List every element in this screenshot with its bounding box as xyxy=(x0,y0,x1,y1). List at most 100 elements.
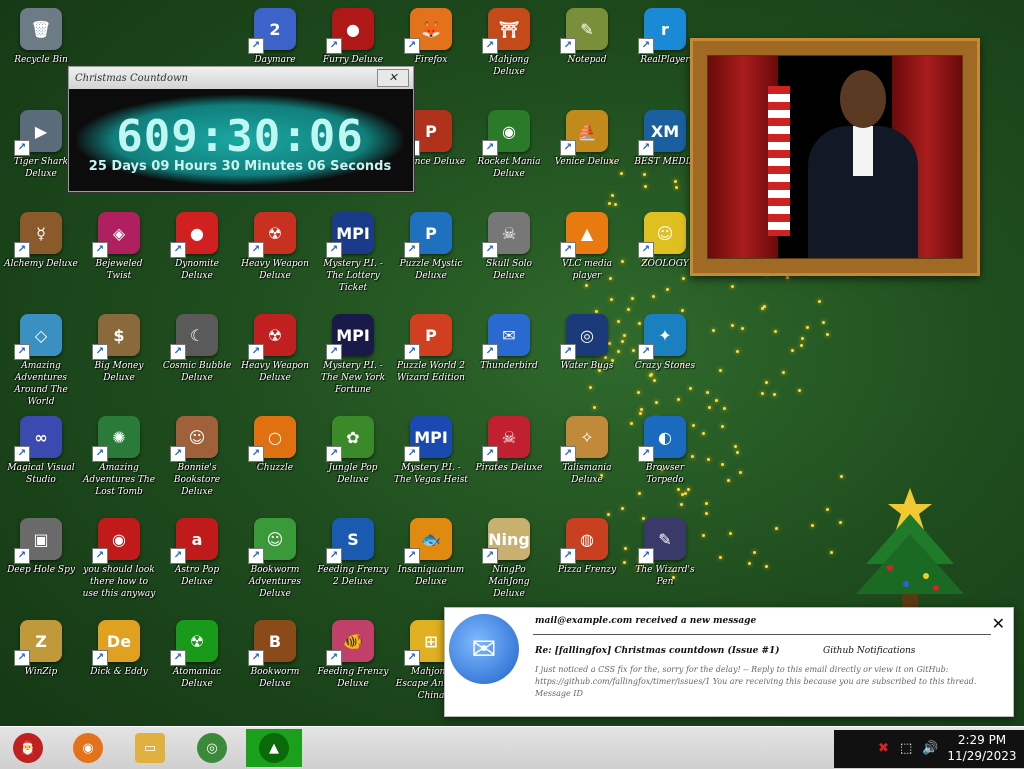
app-icon: ⛵ ↗ xyxy=(560,110,608,156)
desktop-icon[interactable]: P ↗ Puzzle Mystic Deluxe xyxy=(392,206,470,306)
desktop-icon[interactable]: ✺ ↗ Amazing Adventures The Lost Tomb xyxy=(80,410,158,510)
alert-icon[interactable]: ✖ xyxy=(878,741,889,756)
desktop-icon[interactable]: ▲ ↗ VLC media player xyxy=(548,206,626,306)
desktop-icon-label: Water Bugs xyxy=(560,361,614,371)
desktop-icon[interactable]: ✿ ↗ Jungle Pop Deluxe xyxy=(314,410,392,510)
desktop-icon[interactable]: MPI ↗ Mystery P.I. - The New York Fortune xyxy=(314,308,392,408)
desktop-icon[interactable]: ◇ ↗ Amazing Adventures Around The World xyxy=(2,308,80,408)
sparkle xyxy=(720,424,724,428)
desktop-icon[interactable]: Z ↗ WinZip xyxy=(2,614,80,714)
desktop-icon[interactable]: ☢ ↗ Heavy Weapon Deluxe xyxy=(236,308,314,408)
shortcut-arrow-icon: ↗ xyxy=(482,140,498,156)
desktop-icon[interactable]: ● ↗ Dynomite Deluxe xyxy=(158,206,236,306)
sparkle xyxy=(782,370,786,374)
taskbar-chrome[interactable]: ◎ xyxy=(184,729,240,767)
desktop-icon[interactable]: $ ↗ Big Money Deluxe xyxy=(80,308,158,408)
volume-icon[interactable]: 🔊 xyxy=(922,741,938,756)
desktop-icon[interactable]: ○ ↗ Chuzzle xyxy=(236,410,314,510)
desktop-icon[interactable]: S ↗ Feeding Frenzy 2 Deluxe xyxy=(314,512,392,612)
app-icon: 🦊 ↗ xyxy=(404,8,452,54)
countdown-titlebar[interactable]: Christmas Countdown ✕ xyxy=(69,67,413,89)
shortcut-arrow-icon: ↗ xyxy=(92,650,108,666)
sparkle xyxy=(718,556,722,560)
shortcut-arrow-icon: ↗ xyxy=(560,548,576,564)
desktop-icon[interactable]: ⛩ ↗ Mahjong Deluxe xyxy=(470,2,548,102)
desktop-icon[interactable]: P ↗ Puzzle World 2 Wizard Edition xyxy=(392,308,470,408)
desktop-icon[interactable]: ⛵ ↗ Venice Deluxe xyxy=(548,104,626,204)
desktop-icon[interactable]: 🐠 ↗ Feeding Frenzy Deluxe xyxy=(314,614,392,714)
desktop-icon-label: Chuzzle xyxy=(256,463,294,473)
app-icon: ✎ ↗ xyxy=(560,8,608,54)
sparkle xyxy=(805,326,809,330)
app-icon: XM ↗ xyxy=(638,110,686,156)
sparkle xyxy=(801,337,805,341)
start-button[interactable]: 🎅 xyxy=(0,729,56,767)
desktop-icon[interactable]: MPI ↗ Mystery P.I. - The Vegas Heist xyxy=(392,410,470,510)
countdown-window[interactable]: Christmas Countdown ✕ 609:30:06 25 Days … xyxy=(68,66,414,192)
shortcut-arrow-icon: ↗ xyxy=(170,446,186,462)
desktop-icon[interactable]: ✦ ↗ Crazy Stones xyxy=(626,308,704,408)
desktop-icon[interactable]: ☺ ↗ Bookworm Adventures Deluxe xyxy=(236,512,314,612)
desktop-icon[interactable]: ◍ ↗ Pizza Frenzy xyxy=(548,512,626,612)
desktop-icon[interactable]: ☢ ↗ Heavy Weapon Deluxe xyxy=(236,206,314,306)
desktop-icon[interactable]: ☺ ↗ Bonnie's Bookstore Deluxe xyxy=(158,410,236,510)
desktop-icon[interactable]: ✎ ↗ The Wizard's Pen xyxy=(626,512,704,612)
taskbar-firefox[interactable]: ◉ xyxy=(60,729,116,767)
taskbar-countdown[interactable]: ▲ xyxy=(246,729,302,767)
desktop-icon[interactable]: ∞ ↗ Magical Visual Studio xyxy=(2,410,80,510)
close-icon[interactable]: ✕ xyxy=(377,69,409,87)
app-icon: ☺ ↗ xyxy=(170,416,218,462)
shortcut-arrow-icon: ↗ xyxy=(560,242,576,258)
desktop-icon[interactable]: ◉ ↗ Rocket Mania Deluxe xyxy=(470,104,548,204)
desktop-icon[interactable]: MPI ↗ Mystery P.I. - The Lottery Ticket xyxy=(314,206,392,306)
desktop-icon[interactable]: ☠ ↗ Pirates Deluxe xyxy=(470,410,548,510)
desktop-icon[interactable]: a ↗ Astro Pop Deluxe xyxy=(158,512,236,612)
desktop-icon-label: Dynomite Deluxe xyxy=(175,259,219,281)
desktop-icon[interactable]: ▣ ↗ Deep Hole Spy xyxy=(2,512,80,612)
desktop-icon[interactable]: ☿ ↗ Alchemy Deluxe xyxy=(2,206,80,306)
network-icon[interactable]: ⬚ xyxy=(900,741,912,756)
desktop-icon-label: Mystery P.I. - The New York Fortune xyxy=(320,361,386,395)
desktop-icon[interactable]: ☠ ↗ Skull Solo Deluxe xyxy=(470,206,548,306)
clock[interactable]: 2:29 PM 11/29/2023 xyxy=(944,732,1020,764)
shortcut-arrow-icon: ↗ xyxy=(560,344,576,360)
desktop-icon-label: Bookworm Adventures Deluxe xyxy=(248,565,302,599)
notification-subject: Re: [fallingfox] Christmas countdown (Is… xyxy=(535,646,780,656)
desktop-icon[interactable]: ◎ ↗ Water Bugs xyxy=(548,308,626,408)
photo-frame[interactable] xyxy=(690,38,980,276)
desktop-icon[interactable]: ◉ ↗ you should look there how to use this … xyxy=(80,512,158,612)
desktop-icon-label: NingPo MahJong Deluxe xyxy=(488,565,530,599)
desktop-icon[interactable]: B ↗ Bookworm Deluxe xyxy=(236,614,314,714)
sparkle xyxy=(838,521,842,525)
app-icon: Z ↗ xyxy=(14,620,62,666)
sparkle xyxy=(821,320,825,324)
sparkle xyxy=(736,451,740,455)
desktop-icon-label: WinZip xyxy=(24,667,58,677)
app-icon: S ↗ xyxy=(326,518,374,564)
app-icon: ☾ ↗ xyxy=(170,314,218,360)
desktop-icon[interactable]: ◈ ↗ Bejeweled Twist xyxy=(80,206,158,306)
sparkle xyxy=(708,406,712,410)
close-icon[interactable]: ✕ xyxy=(992,614,1005,633)
sparkle xyxy=(810,524,814,528)
desktop-icon[interactable]: ✧ ↗ Talismania Deluxe xyxy=(548,410,626,510)
desktop-icon[interactable]: ✉ ↗ Thunderbird xyxy=(470,308,548,408)
desktop-icon[interactable]: ☾ ↗ Cosmic Bubble Deluxe xyxy=(158,308,236,408)
desktop-icon[interactable]: Ning ↗ NingPo MahJong Deluxe xyxy=(470,512,548,612)
taskbar-file-explorer[interactable]: ▭ xyxy=(122,729,178,767)
app-icon: ◎ ↗ xyxy=(560,314,608,360)
shortcut-arrow-icon: ↗ xyxy=(326,344,342,360)
desktop-icon[interactable]: ◐ ↗ Browser Torpedo xyxy=(626,410,704,510)
desktop-icon-label: Recycle Bin xyxy=(14,55,68,65)
desktop-icon-label: Pirates Deluxe xyxy=(475,463,543,473)
desktop-icon[interactable]: ☢ ↗ Atomaniac Deluxe xyxy=(158,614,236,714)
shortcut-arrow-icon: ↗ xyxy=(14,242,30,258)
desktop-icon[interactable]: ✎ ↗ Notepad xyxy=(548,2,626,102)
sparkle xyxy=(772,392,776,396)
notification-from: Github Notifications xyxy=(823,646,916,656)
desktop-icon[interactable]: De ↗ Dick & Eddy xyxy=(80,614,158,714)
sparkle xyxy=(786,276,790,280)
email-notification[interactable]: ✉ mail@example.com received a new messag… xyxy=(444,607,1014,717)
desktop-icon[interactable]: 🐟 ↗ Insaniquarium Deluxe xyxy=(392,512,470,612)
desktop-icon-label: Furry Deluxe xyxy=(322,55,384,65)
